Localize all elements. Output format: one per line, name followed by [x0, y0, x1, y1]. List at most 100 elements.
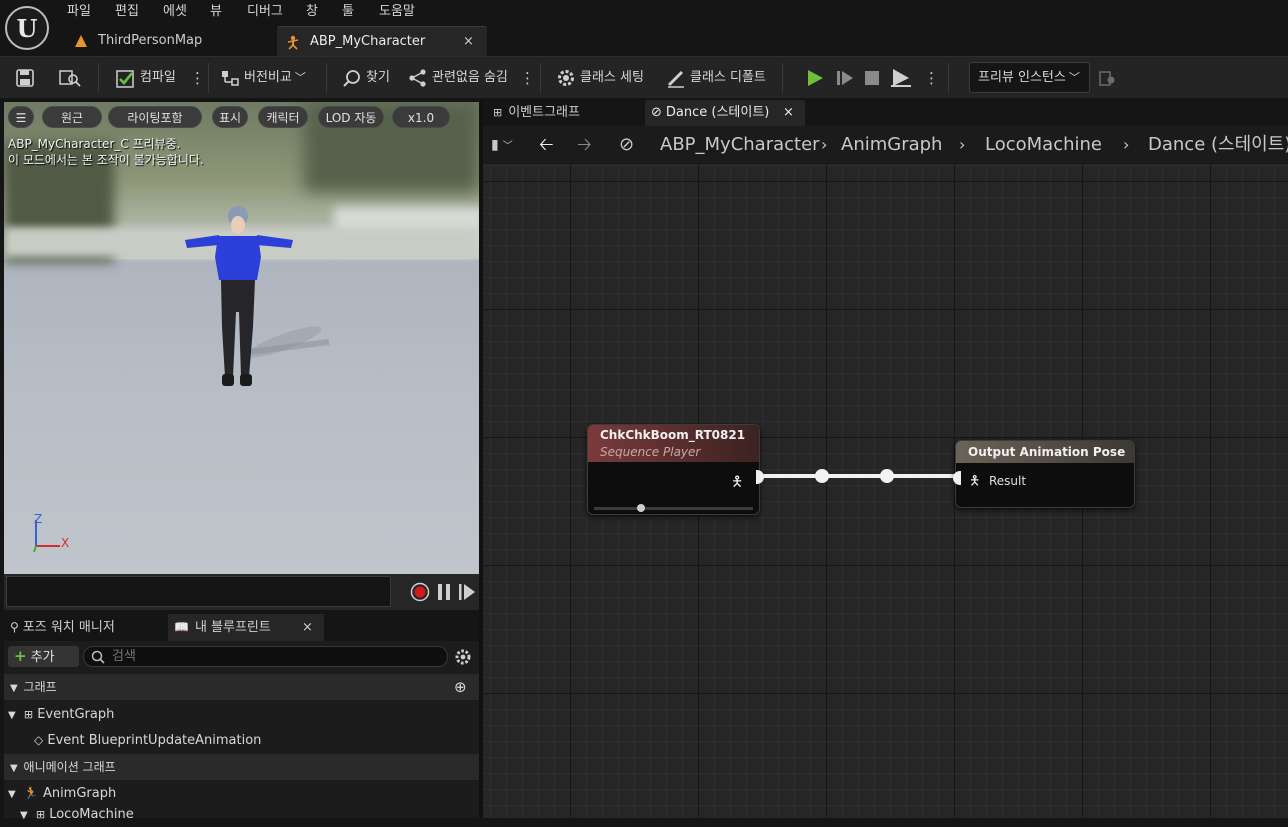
lod-label: LOD 자동: [325, 111, 377, 125]
gear-icon[interactable]: [454, 648, 472, 666]
stop-icon[interactable]: [864, 70, 880, 86]
pose-watch-icon: ⚲: [10, 620, 19, 634]
plus-icon: +: [14, 647, 27, 665]
main-toolbar: 컴파일 ⋮ 버전비교 ﹀ 찾기 관련없음 숨김 ⋮ 클래스 세팅 클래스 디폴트 …: [0, 56, 1288, 98]
doc-tab-label: ThirdPersonMap: [98, 33, 203, 48]
menu-help[interactable]: 도움말: [379, 2, 415, 22]
character-shirt: [215, 236, 261, 280]
tab-label: 내 블루프린트: [194, 620, 271, 635]
add-label: 추가: [30, 650, 55, 665]
add-graph-icon[interactable]: ⊕: [454, 674, 467, 700]
tree-label: AnimGraph: [42, 786, 117, 801]
node-title: Output Animation Pose: [968, 445, 1126, 459]
axis-x-label: X: [61, 536, 70, 550]
pose-pin-icon[interactable]: 🯅: [731, 471, 743, 495]
menu-file[interactable]: 파일: [67, 2, 91, 22]
step-forward-icon[interactable]: [458, 583, 476, 601]
debug-object-icon[interactable]: [1098, 69, 1116, 87]
close-icon[interactable]: ×: [463, 27, 474, 57]
gear-icon: [558, 69, 574, 86]
hide-unrelated-label: 관련없음 숨김: [432, 70, 508, 85]
compile-button[interactable]: 컴파일: [116, 57, 176, 99]
section-label: 애니메이션 그래프: [23, 760, 116, 774]
graph-icon: ⊞: [23, 708, 34, 721]
doc-tab-abp-mycharacter[interactable]: ABP_MyCharacter ×: [277, 26, 487, 56]
perspective-label: 원근: [60, 111, 84, 125]
step-forward-icon[interactable]: [836, 69, 854, 87]
diff-icon: [222, 70, 239, 86]
play-options-kebab-icon[interactable]: ⋮: [924, 57, 939, 99]
diff-button[interactable]: 버전비교 ﹀: [220, 57, 306, 99]
tab-pose-watch-manager[interactable]: ⚲ 포즈 워치 매니저: [4, 614, 166, 641]
save-icon[interactable]: [16, 69, 34, 87]
play-rate-button[interactable]: x1.0: [392, 106, 450, 128]
pause-icon[interactable]: [436, 583, 452, 601]
unreal-logo-icon[interactable]: U: [5, 6, 49, 50]
state-machine-icon: ⊞: [35, 808, 46, 821]
input-pin[interactable]: [953, 471, 961, 485]
progress-track: [594, 507, 753, 510]
possess-eject-icon[interactable]: [890, 68, 912, 88]
lighting-button[interactable]: 라이팅포함: [108, 106, 202, 128]
class-settings-button[interactable]: 클래스 세팅: [556, 57, 644, 99]
timeline-scrubber[interactable]: [6, 576, 391, 607]
show-label: 표시: [218, 111, 242, 125]
menu-tools[interactable]: 툴: [342, 2, 354, 22]
compile-options-kebab-icon[interactable]: ⋮: [190, 57, 205, 99]
chevron-down-icon: ﹀: [1068, 71, 1080, 84]
menu-debug[interactable]: 디버그: [247, 2, 283, 22]
browse-content-icon[interactable]: [59, 69, 81, 87]
find-options-kebab-icon[interactable]: ⋮: [520, 57, 535, 99]
pose-pin-icon: 🯅: [969, 474, 981, 489]
progress-handle[interactable]: [637, 504, 645, 512]
preview-instance-dropdown[interactable]: 프리뷰 인스턴스 ﹀: [969, 62, 1090, 93]
book-icon: 📖: [174, 620, 189, 634]
tree-label: LocoMachine: [49, 807, 134, 822]
section-anim-graphs[interactable]: ▼ 애니메이션 그래프: [4, 754, 479, 780]
hide-unrelated-icon: [409, 68, 426, 87]
menu-asset[interactable]: 에셋: [163, 2, 187, 22]
chevron-down-icon: ﹀: [294, 71, 306, 84]
doc-tab-thirdpersonmap[interactable]: ThirdPersonMap: [66, 26, 276, 56]
close-icon[interactable]: ×: [302, 614, 313, 641]
hide-unrelated-button[interactable]: 관련없음 숨김: [408, 57, 508, 99]
preview-viewport[interactable]: ☰ 원근 라이팅포함 표시 캐릭터 LOD 자동 x1.0 ABP_MyChar…: [4, 102, 479, 574]
menu-edit[interactable]: 편집: [115, 2, 139, 22]
search-input[interactable]: [110, 648, 440, 665]
record-icon[interactable]: [410, 582, 430, 602]
find-label: 찾기: [366, 70, 390, 85]
preview-character: [185, 206, 330, 386]
running-man-icon: 🏃: [23, 786, 39, 800]
chevron-down-icon: ▼: [10, 763, 18, 774]
section-label: 그래프: [23, 680, 57, 694]
tree-item-eventgraph[interactable]: ▼ ⊞ EventGraph: [8, 704, 114, 726]
output-animation-pose-node[interactable]: Output Animation Pose 🯅 Result: [953, 440, 1135, 508]
graph-editor[interactable]: ⊞ 이벤트그래프 ⊘ Dance (스테이트) × ▮ ﹀ 🡠 🡢 ⊘ ABP_MyC…: [483, 100, 1288, 818]
tree-item-animgraph[interactable]: ▼ 🏃 AnimGraph: [8, 782, 116, 804]
lod-auto-button[interactable]: LOD 자동: [318, 106, 384, 128]
viewport-menu-button[interactable]: ☰: [8, 106, 34, 128]
menu-window[interactable]: 창: [306, 2, 318, 22]
diff-label: 버전비교: [244, 70, 292, 85]
compile-success-icon: [116, 69, 134, 88]
character-button[interactable]: 캐릭터: [258, 106, 308, 128]
section-graphs[interactable]: ▼ 그래프 ⊕: [4, 674, 479, 700]
sequence-player-node[interactable]: ChkChkBoom_RT0821 Sequence Player 🯅: [587, 424, 764, 515]
perspective-button[interactable]: 원근: [42, 106, 102, 128]
find-button[interactable]: 찾기: [342, 57, 390, 99]
class-defaults-button[interactable]: 클래스 디폴트: [666, 57, 766, 99]
tree-item-event-update[interactable]: ◇ Event BlueprintUpdateAnimation: [34, 729, 261, 751]
tab-label: 포즈 워치 매니저: [22, 620, 115, 635]
level-map-icon: [75, 35, 87, 47]
show-button[interactable]: 표시: [212, 106, 248, 128]
add-button[interactable]: + 추가: [8, 646, 79, 667]
class-defaults-label: 클래스 디폴트: [690, 70, 766, 85]
preview-info-line1: ABP_MyCharacter_C 프리뷰중.: [8, 137, 181, 151]
tree-item-locomachine[interactable]: ▼ ⊞ LocoMachine: [20, 804, 134, 826]
play-icon[interactable]: [806, 69, 824, 87]
tab-my-blueprint[interactable]: 📖 내 블루프린트 ×: [168, 614, 324, 641]
menu-view[interactable]: 뷰: [210, 2, 222, 22]
class-defaults-icon: [667, 70, 684, 88]
class-settings-label: 클래스 세팅: [580, 70, 644, 85]
event-diamond-icon: ◇: [34, 733, 44, 747]
